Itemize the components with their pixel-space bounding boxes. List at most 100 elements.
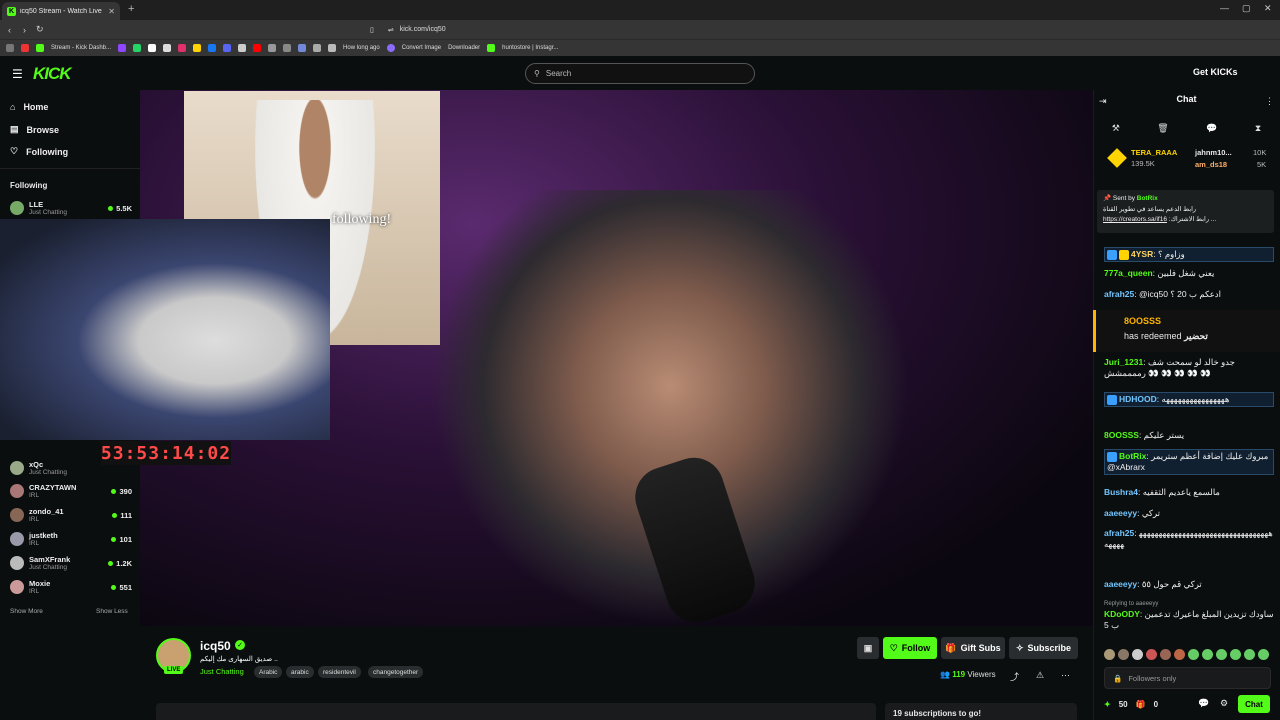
address-bar[interactable]: ▯ ⇌ kick.com/icq50 [370, 22, 908, 37]
youtube-alt-icon[interactable] [253, 44, 262, 52]
show-more-link[interactable]: Show More [10, 608, 43, 615]
tag-chip[interactable]: arabic [286, 666, 314, 678]
trash-icon[interactable]: 🗑 [1157, 123, 1168, 134]
chat-bubble-icon[interactable]: 💬 [1206, 123, 1217, 134]
chat-username[interactable]: 777a_queen [1104, 268, 1153, 278]
minimize-icon[interactable]: — [1220, 3, 1229, 13]
emote[interactable] [1230, 649, 1241, 660]
channel-name[interactable]: icq50 [200, 639, 231, 653]
redeem-user[interactable]: 8OOSSS [1124, 316, 1161, 326]
back-icon[interactable]: ‹ [8, 25, 11, 35]
settings-icon[interactable]: ⚙ [1220, 698, 1228, 709]
bookmark-item[interactable]: How long ago [343, 45, 380, 51]
following-item[interactable]: SamXFrank Just Chatting 1.2K [10, 552, 132, 574]
close-tab-icon[interactable]: ✕ [108, 7, 115, 16]
site-icon[interactable] [328, 44, 337, 52]
chat-username[interactable]: aaeeeyy [1104, 508, 1137, 518]
following-item[interactable]: LLE Just Chatting 5.5K [10, 197, 132, 219]
following-item[interactable]: Moxie IRL 551 [10, 576, 132, 598]
chat-username[interactable]: 8OOSSS [1104, 430, 1139, 440]
emote[interactable] [1132, 649, 1143, 660]
site-info-icon[interactable]: ⇌ [388, 26, 394, 34]
tag-chip[interactable]: Arabic [254, 666, 283, 678]
chat-username[interactable]: Bushra4 [1104, 487, 1138, 497]
bookmark-icon[interactable]: ▯ [370, 26, 374, 34]
x-icon[interactable] [148, 44, 157, 52]
bookmark-item[interactable]: Convert Image [402, 45, 441, 51]
chat-username[interactable]: aaeeeyy [1104, 579, 1137, 589]
get-kicks-button[interactable]: Get KICKs [1193, 67, 1238, 77]
discord-icon[interactable] [223, 44, 232, 52]
emote[interactable] [1174, 649, 1185, 660]
bookmark-item[interactable]: huntostore | Instagr... [502, 45, 558, 51]
hammer-icon[interactable]: ⚒ [1112, 123, 1120, 134]
emote[interactable] [1104, 649, 1115, 660]
gift-icon[interactable]: 🎁 [1136, 700, 1146, 709]
apps-icon[interactable] [6, 44, 14, 52]
search-input[interactable]: ⚲ Search [525, 63, 755, 84]
emote[interactable] [1244, 649, 1255, 660]
pinned-message[interactable]: 📌 Sent by BotRix رابط الدعم يساعد في تطو… [1097, 190, 1274, 233]
emote[interactable] [1118, 649, 1129, 660]
emote[interactable] [1202, 649, 1213, 660]
share-icon[interactable]: ⤴ [1010, 670, 1019, 683]
emote[interactable] [1146, 649, 1157, 660]
browser-tab[interactable]: K icq50 Stream - Watch Live on Ki ✕ [2, 2, 120, 20]
emote[interactable] [1258, 649, 1269, 660]
emote[interactable] [1188, 649, 1199, 660]
emote[interactable] [1216, 649, 1227, 660]
kick-icon[interactable] [36, 44, 44, 52]
stream-category[interactable]: Just Chatting [200, 667, 244, 676]
chat-username[interactable]: KDoODY [1104, 609, 1140, 619]
chat-input[interactable]: 🔒 Followers only [1104, 667, 1271, 689]
emote-picker-icon[interactable]: 💬 [1198, 698, 1209, 709]
whatsapp-icon[interactable] [133, 44, 142, 52]
gift-subs-button[interactable]: 🎁 Gift Subs [941, 637, 1005, 659]
subscribe-button[interactable]: ✧ Subscribe [1009, 637, 1078, 659]
nav-following[interactable]: ♡ Following [10, 146, 68, 157]
tag-chip[interactable]: changetogether [368, 666, 424, 678]
nav-browse[interactable]: ▤ Browse [10, 124, 59, 135]
reload-icon[interactable]: ↻ [36, 24, 44, 35]
follow-button[interactable]: ♡ Follow [883, 637, 937, 659]
leader-name[interactable]: jahnm10... [1195, 148, 1232, 157]
send-chat-button[interactable]: Chat [1238, 695, 1270, 713]
leader-name[interactable]: TERA_RAAA [1131, 148, 1177, 157]
hourglass-icon[interactable]: ⧗ [1255, 123, 1261, 134]
chat-username[interactable]: BotRix [1119, 451, 1146, 461]
bookmark-item[interactable]: Stream - Kick Dashb... [51, 45, 111, 51]
emote[interactable] [1160, 649, 1171, 660]
chat-username[interactable]: HDHOOD [1119, 394, 1157, 404]
clip-button[interactable]: ▣ [857, 637, 879, 659]
chat-username[interactable]: Juri_1231 [1104, 357, 1143, 367]
pinned-link[interactable]: https://creators.sa/if16 [1103, 216, 1167, 223]
chat-username[interactable]: afrah25 [1104, 528, 1134, 538]
github-icon[interactable] [268, 44, 277, 52]
snapchat-icon[interactable] [193, 44, 202, 52]
facebook-icon[interactable] [208, 44, 217, 52]
close-window-icon[interactable]: ✕ [1264, 3, 1272, 14]
leader-name[interactable]: am_ds18 [1195, 160, 1227, 169]
forward-icon[interactable]: › [23, 25, 26, 35]
tiktok-icon[interactable] [163, 44, 172, 52]
instagram-icon[interactable] [178, 44, 187, 52]
nav-home[interactable]: ⌂ Home [10, 102, 48, 112]
chat-username[interactable]: 4YSR [1131, 249, 1153, 259]
extension-icon[interactable] [238, 44, 247, 52]
tag-chip[interactable]: residentevil [318, 666, 361, 678]
bookmark-item[interactable]: Downloader [448, 45, 480, 51]
twitch-icon[interactable] [118, 44, 127, 52]
show-less-link[interactable]: Show Less [96, 608, 128, 615]
link-icon[interactable] [283, 44, 292, 52]
following-item[interactable]: CRAZYTAWN IRL 390 [10, 480, 132, 502]
menu-icon[interactable]: ☰ [12, 67, 23, 81]
new-tab-button[interactable]: + [128, 3, 134, 15]
following-item[interactable]: justketh IRL 101 [10, 528, 132, 550]
kick-logo[interactable]: KICK [33, 64, 72, 84]
chat-username[interactable]: afrah25 [1104, 289, 1134, 299]
site-icon[interactable] [313, 44, 322, 52]
chat-menu-icon[interactable]: ⋮ [1265, 96, 1274, 107]
following-item[interactable]: zondo_41 IRL 111 [10, 504, 132, 526]
app-icon[interactable] [298, 44, 307, 52]
report-icon[interactable]: ⚠ [1036, 670, 1044, 681]
